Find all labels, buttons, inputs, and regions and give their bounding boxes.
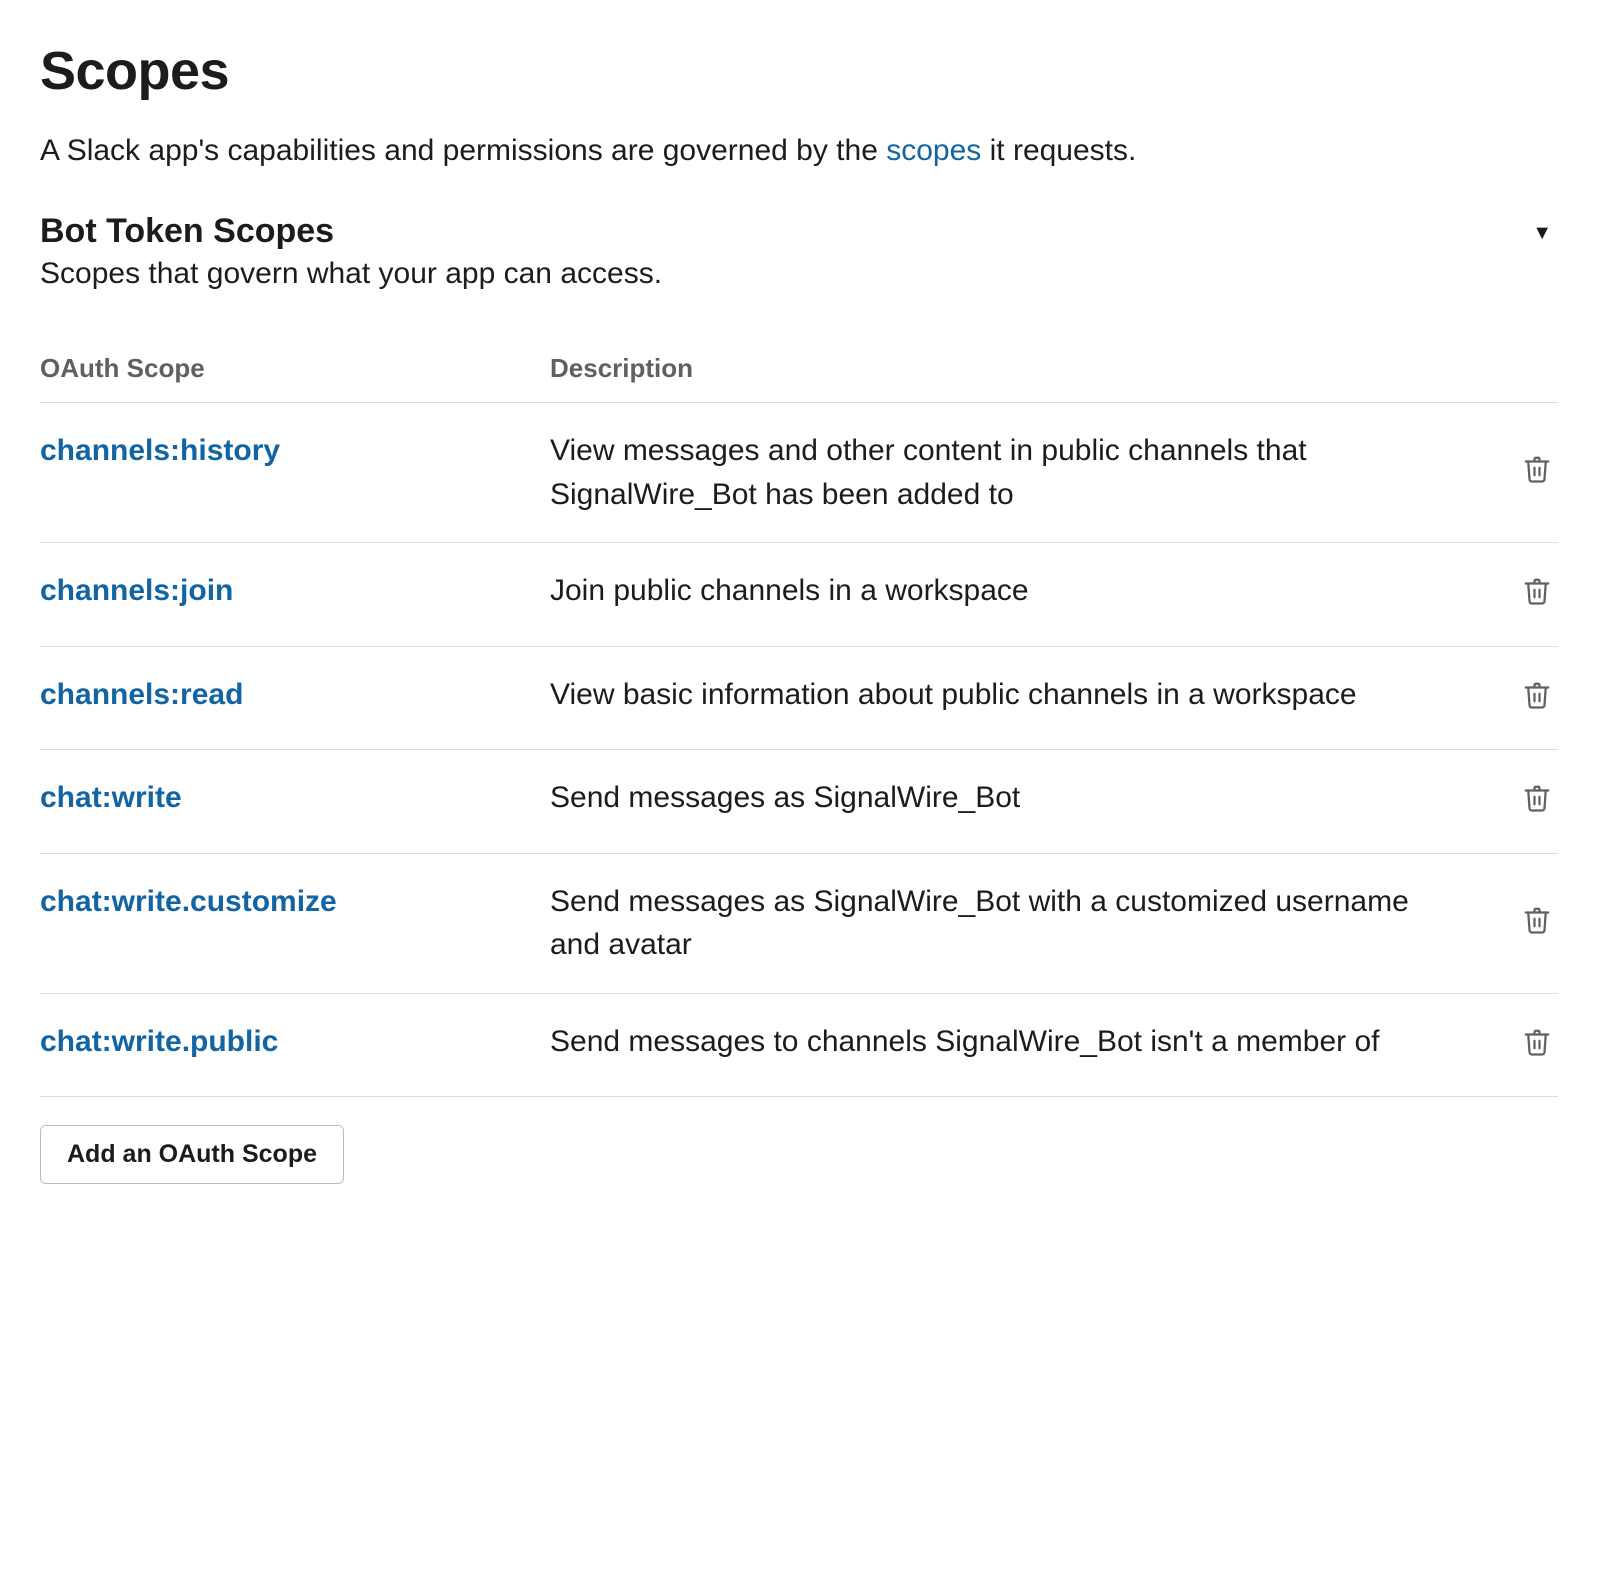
scope-name-cell: chat:write (40, 750, 550, 854)
scope-name-cell: channels:join (40, 543, 550, 647)
section-title: Bot Token Scopes (40, 212, 334, 251)
scope-description-cell: View messages and other content in publi… (550, 403, 1468, 543)
delete-scope-button[interactable] (1516, 447, 1558, 491)
table-row: chat:write.public Send messages to chann… (40, 993, 1558, 1097)
scope-description-cell: Join public channels in a workspace (550, 543, 1468, 647)
scope-name-cell: chat:write.public (40, 993, 550, 1097)
trash-icon (1522, 679, 1552, 711)
page-title: Scopes (40, 40, 1558, 102)
scope-name-cell: channels:read (40, 646, 550, 750)
collapse-caret-icon[interactable]: ▼ (1532, 212, 1558, 245)
trash-icon (1522, 453, 1552, 485)
scopes-table: OAuth Scope Description channels:history… (40, 339, 1558, 1097)
scope-action-cell (1468, 543, 1558, 647)
add-oauth-scope-button[interactable]: Add an OAuth Scope (40, 1125, 344, 1184)
subtitle-pre: A Slack app's capabilities and permissio… (40, 134, 886, 167)
scope-link[interactable]: chat:write (40, 781, 182, 814)
scope-action-cell (1468, 993, 1558, 1097)
trash-icon (1522, 1026, 1552, 1058)
trash-icon (1522, 782, 1552, 814)
scopes-link[interactable]: scopes (886, 134, 981, 167)
section-description: Scopes that govern what your app can acc… (40, 257, 1558, 291)
table-row: chat:write Send messages as SignalWire_B… (40, 750, 1558, 854)
table-row: channels:history View messages and other… (40, 403, 1558, 543)
scope-description-cell: Send messages as SignalWire_Bot (550, 750, 1468, 854)
scope-link[interactable]: channels:join (40, 574, 233, 607)
scope-description-cell: Send messages as SignalWire_Bot with a c… (550, 853, 1468, 993)
delete-scope-button[interactable] (1516, 776, 1558, 820)
trash-icon (1522, 904, 1552, 936)
scope-name-cell: chat:write.customize (40, 853, 550, 993)
scope-link[interactable]: channels:history (40, 434, 280, 467)
scope-action-cell (1468, 646, 1558, 750)
table-row: chat:write.customize Send messages as Si… (40, 853, 1558, 993)
page-subtitle: A Slack app's capabilities and permissio… (40, 130, 1558, 172)
subtitle-post: it requests. (981, 134, 1136, 167)
scope-name-cell: channels:history (40, 403, 550, 543)
column-header-action (1468, 339, 1558, 403)
section-header-row: Bot Token Scopes ▼ (40, 212, 1558, 251)
scope-link[interactable]: chat:write.public (40, 1025, 278, 1058)
column-header-scope: OAuth Scope (40, 339, 550, 403)
trash-icon (1522, 575, 1552, 607)
scope-action-cell (1468, 403, 1558, 543)
scope-action-cell (1468, 853, 1558, 993)
table-row: channels:read View basic information abo… (40, 646, 1558, 750)
column-header-description: Description (550, 339, 1468, 403)
scope-link[interactable]: channels:read (40, 678, 243, 711)
table-row: channels:join Join public channels in a … (40, 543, 1558, 647)
scope-description-cell: View basic information about public chan… (550, 646, 1468, 750)
delete-scope-button[interactable] (1516, 673, 1558, 717)
scope-action-cell (1468, 750, 1558, 854)
delete-scope-button[interactable] (1516, 898, 1558, 942)
delete-scope-button[interactable] (1516, 1020, 1558, 1064)
scope-link[interactable]: chat:write.customize (40, 885, 337, 918)
scope-description-cell: Send messages to channels SignalWire_Bot… (550, 993, 1468, 1097)
delete-scope-button[interactable] (1516, 569, 1558, 613)
